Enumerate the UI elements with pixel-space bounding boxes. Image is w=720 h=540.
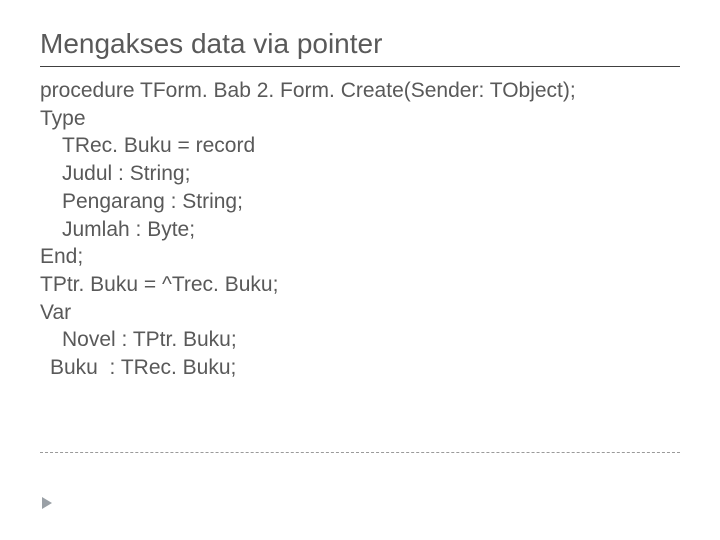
bullet-marker-icon bbox=[40, 496, 54, 510]
code-block: procedure TForm. Bab 2. Form. Create(Sen… bbox=[40, 77, 680, 382]
slide: Mengakses data via pointer procedure TFo… bbox=[0, 0, 720, 540]
code-line: End; bbox=[40, 243, 680, 271]
code-line: Jumlah : Byte; bbox=[40, 216, 680, 244]
code-line: TRec. Buku = record bbox=[40, 132, 680, 160]
code-line: Judul : String; bbox=[40, 160, 680, 188]
code-line: Type bbox=[40, 105, 680, 133]
code-line: TPtr. Buku = ^Trec. Buku; bbox=[40, 271, 680, 299]
divider bbox=[40, 452, 680, 453]
code-line: procedure TForm. Bab 2. Form. Create(Sen… bbox=[40, 77, 680, 105]
code-line: Novel : TPtr. Buku; bbox=[40, 326, 680, 354]
code-line: Var bbox=[40, 299, 680, 327]
slide-title: Mengakses data via pointer bbox=[40, 28, 680, 67]
code-line: Pengarang : String; bbox=[40, 188, 680, 216]
code-line: Buku : TRec. Buku; bbox=[40, 354, 680, 382]
